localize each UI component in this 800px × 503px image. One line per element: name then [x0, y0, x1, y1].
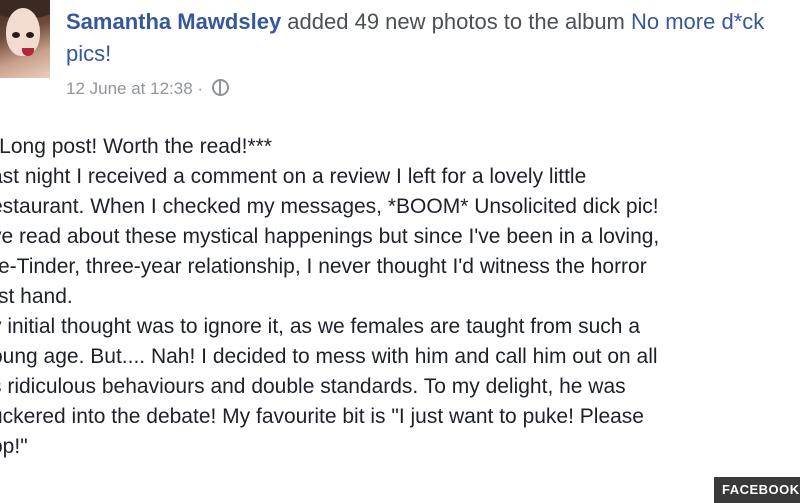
post-body-line: re-Tinder, three-year relationship, I ne…	[0, 255, 647, 278]
avatar-mouth	[22, 48, 34, 56]
source-watermark: FACEBOOK	[714, 477, 800, 503]
author-name-link[interactable]: Samantha Mawdsley	[66, 9, 281, 34]
avatar-eye-right	[26, 32, 34, 38]
meta-separator: ·	[192, 79, 208, 98]
avatar-eye-left	[12, 32, 20, 38]
post-body-line: op!"	[0, 435, 28, 458]
post-body-line: y initial thought was to ignore it, as w…	[0, 315, 641, 338]
post-body: *Long post! Worth the read!*** ast night…	[0, 132, 800, 462]
post-body-line: estaurant. When I checked my messages, *…	[0, 195, 659, 218]
avatar-face	[6, 8, 40, 56]
post-timestamp-link[interactable]: 12 June at 12:38	[66, 79, 193, 98]
post-body-line: *Long post! Worth the read!***	[0, 135, 272, 158]
post-body-line: ast night I received a comment on a revi…	[0, 165, 587, 188]
post-action-text: added 49 new photos to the album	[281, 9, 631, 34]
post-body-line: oung age. But.... Nah! I decided to mess…	[0, 345, 658, 368]
post-body-line: s ridiculous behaviours and double stand…	[0, 375, 626, 398]
avatar[interactable]	[0, 0, 50, 78]
post-body-line: uckered into the debate! My favourite bi…	[0, 405, 644, 428]
post-body-line: rst hand.	[0, 285, 73, 308]
post-header: Samantha Mawdsley added 49 new photos to…	[66, 6, 786, 70]
post-body-line: ve read about these mystical happenings …	[0, 225, 660, 248]
globe-icon[interactable]	[211, 79, 229, 96]
post-meta: 12 June at 12:38 ·	[66, 78, 229, 100]
